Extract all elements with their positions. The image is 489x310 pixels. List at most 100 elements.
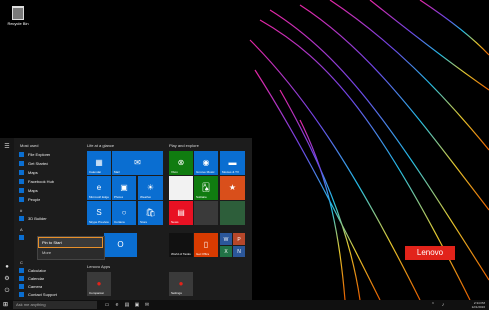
volume-icon[interactable]: ♪ bbox=[440, 302, 446, 308]
start-rail: ☰ ● ⚙ ⏻ bbox=[0, 138, 14, 300]
task-view-icon[interactable]: ▭ bbox=[104, 302, 110, 308]
photos-icon: ▣ bbox=[120, 183, 128, 193]
tile-blank[interactable] bbox=[169, 176, 193, 200]
outlook-icon: O bbox=[117, 240, 124, 250]
cards-icon: 🂡 bbox=[201, 183, 211, 193]
pin-to-start-item[interactable]: Pin to Start bbox=[38, 237, 103, 248]
group-title-lenovo: Lenovo Apps bbox=[87, 264, 111, 269]
news-icon: ▤ bbox=[177, 208, 185, 218]
most-used-label: Most used bbox=[20, 143, 39, 148]
list-item[interactable]: 3D Builder bbox=[19, 214, 79, 222]
clock-date: 12/1/2016 bbox=[471, 305, 485, 309]
tile-photos[interactable]: ▣ Photos bbox=[112, 176, 136, 200]
app-icon bbox=[19, 267, 24, 273]
tile-onenote[interactable]: N bbox=[233, 246, 245, 257]
tile-cortana[interactable]: ○ Cortana bbox=[112, 201, 136, 225]
windows-start-icon[interactable]: ⊞ bbox=[3, 302, 9, 308]
context-menu: Pin to Start More bbox=[37, 236, 105, 260]
list-item[interactable]: Calendar bbox=[19, 274, 79, 282]
section-a[interactable]: A bbox=[20, 227, 23, 232]
onenote-icon: N bbox=[237, 249, 241, 256]
tile-world-of-tanks[interactable]: World of Tanks bbox=[169, 233, 193, 257]
app-list: Most used File Explorer Get Started Maps… bbox=[14, 138, 80, 300]
tile-solitaire[interactable]: 🂡 Solitaire bbox=[194, 176, 218, 200]
list-item[interactable]: People bbox=[19, 195, 79, 203]
mail-icon: ✉ bbox=[134, 158, 141, 168]
tile-get-office[interactable]: ▯ Get Office bbox=[194, 233, 218, 257]
game-icon: ★ bbox=[228, 183, 237, 193]
more-item[interactable]: More bbox=[39, 248, 102, 257]
lenovo-companion-icon: ● bbox=[96, 279, 102, 289]
tile-outlook[interactable]: O bbox=[104, 233, 137, 257]
app-icon bbox=[19, 151, 24, 157]
network-icon[interactable]: ⌃ bbox=[430, 302, 436, 308]
hamburger-icon[interactable]: ☰ bbox=[3, 143, 11, 151]
tile-calendar[interactable]: ▦ Calendar bbox=[87, 151, 111, 175]
group-title-life: Life at a glance bbox=[87, 143, 115, 148]
list-item[interactable]: Calculator bbox=[19, 266, 79, 274]
tile-mail[interactable]: ✉ Mail bbox=[112, 151, 163, 175]
app-icon bbox=[19, 196, 24, 202]
mail-icon[interactable]: ✉ bbox=[144, 302, 150, 308]
list-item[interactable]: Facebook Hub bbox=[19, 177, 79, 185]
app-icon bbox=[19, 169, 24, 175]
file-explorer-icon[interactable]: ▤ bbox=[124, 302, 130, 308]
clock[interactable]: 2:34 PM 12/1/2016 bbox=[472, 301, 485, 309]
recycle-bin[interactable]: Recycle Bin bbox=[5, 6, 31, 26]
settings-icon[interactable]: ⚙ bbox=[3, 275, 11, 283]
tile-word[interactable]: W bbox=[220, 233, 232, 245]
recycle-bin-icon bbox=[12, 6, 24, 20]
tile-lenovo-settings[interactable]: ● Settings bbox=[169, 272, 193, 296]
tile-dark-1[interactable] bbox=[194, 201, 218, 225]
taskbar: ⊞ Ask me anything ▭ e ▤ ▣ ✉ ⌃ ♪ 2:34 PM … bbox=[0, 300, 489, 310]
sun-icon: ☀ bbox=[146, 183, 155, 193]
tile-dark-2[interactable] bbox=[220, 201, 245, 225]
section-c[interactable]: C bbox=[20, 260, 23, 265]
app-icon bbox=[19, 160, 24, 166]
tile-game[interactable]: ★ bbox=[220, 176, 245, 200]
tile-xbox[interactable]: ⊗ Xbox bbox=[169, 151, 193, 175]
store-icon: 🛍 bbox=[145, 208, 156, 218]
lock-icon: ● bbox=[178, 279, 184, 289]
tile-excel[interactable]: X bbox=[220, 246, 232, 257]
app-icon bbox=[19, 187, 24, 193]
powerpoint-icon: P bbox=[237, 236, 241, 243]
app-icon bbox=[19, 215, 24, 221]
power-icon[interactable]: ⏻ bbox=[3, 287, 11, 295]
music-icon: ◉ bbox=[202, 158, 210, 168]
app-icon bbox=[19, 234, 24, 240]
cortana-icon: ○ bbox=[121, 208, 127, 218]
search-input[interactable]: Ask me anything bbox=[13, 301, 97, 309]
tile-weather[interactable]: ☀ Weather bbox=[138, 176, 163, 200]
tile-edge[interactable]: e Microsoft Edge bbox=[87, 176, 111, 200]
section-hash[interactable]: # bbox=[20, 208, 22, 213]
user-icon[interactable]: ● bbox=[3, 263, 11, 271]
xbox-icon: ⊗ bbox=[177, 158, 185, 168]
tile-powerpoint[interactable]: P bbox=[233, 233, 245, 245]
store-icon[interactable]: ▣ bbox=[134, 302, 140, 308]
skype-icon: S bbox=[96, 208, 102, 218]
tile-news[interactable]: ▤ News bbox=[169, 201, 193, 225]
app-icon bbox=[19, 178, 24, 184]
word-icon: W bbox=[223, 236, 229, 243]
list-item[interactable]: File Explorer bbox=[19, 150, 79, 158]
group-title-play: Play and explore bbox=[169, 143, 199, 148]
calendar-icon: ▦ bbox=[95, 158, 103, 168]
list-item[interactable]: Maps bbox=[19, 168, 79, 176]
tile-companion[interactable]: ● Companion bbox=[87, 272, 111, 296]
film-icon: ▬ bbox=[228, 158, 237, 168]
app-icon bbox=[19, 275, 24, 281]
list-item[interactable]: Maps bbox=[19, 186, 79, 194]
tile-groove[interactable]: ◉ Groove Music bbox=[194, 151, 218, 175]
tile-skype[interactable]: S Skype Preview bbox=[87, 201, 111, 225]
tile-store[interactable]: 🛍 Store bbox=[138, 201, 163, 225]
excel-icon: X bbox=[224, 249, 228, 256]
list-item[interactable]: Contact Support bbox=[19, 290, 79, 298]
tile-movies[interactable]: ▬ Movies & TV bbox=[220, 151, 245, 175]
start-menu: ☰ ● ⚙ ⏻ Most used File Explorer Get Star… bbox=[0, 138, 252, 300]
list-item[interactable]: Camera bbox=[19, 282, 79, 290]
edge-icon[interactable]: e bbox=[114, 302, 120, 308]
list-item[interactable]: Get Started bbox=[19, 159, 79, 167]
recycle-bin-label: Recycle Bin bbox=[7, 21, 29, 26]
edge-icon: e bbox=[96, 183, 102, 193]
